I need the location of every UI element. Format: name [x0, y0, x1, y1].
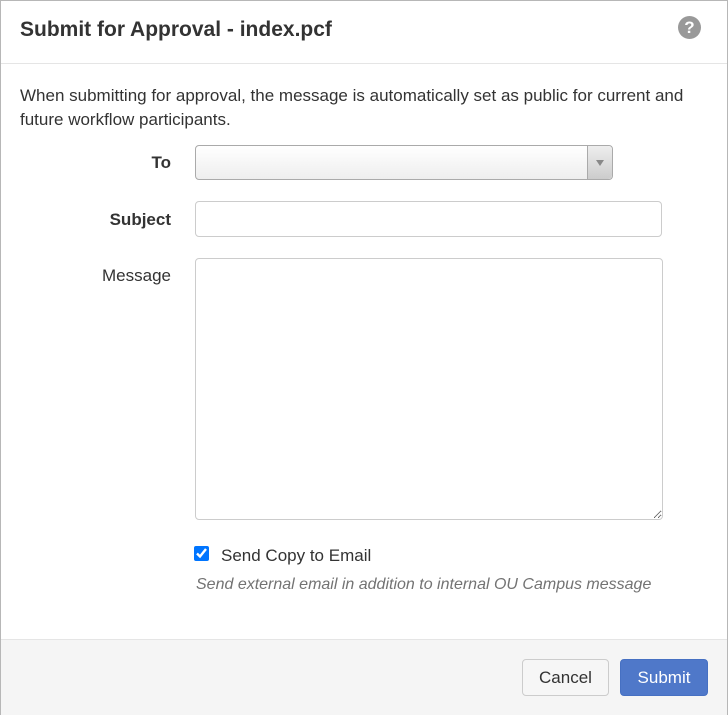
- send-copy-help-text: Send external email in addition to inter…: [196, 576, 652, 593]
- dialog-footer: Cancel Submit: [1, 639, 727, 715]
- subject-input[interactable]: [195, 201, 662, 237]
- send-copy-label[interactable]: Send Copy to Email: [221, 546, 371, 566]
- to-label: To: [151, 153, 171, 172]
- question-circle-icon[interactable]: ?: [678, 16, 701, 39]
- submit-button[interactable]: Submit: [620, 659, 708, 696]
- send-copy-checkbox[interactable]: [194, 546, 209, 561]
- message-label: Message: [102, 266, 171, 285]
- chevron-down-icon[interactable]: [587, 146, 612, 179]
- to-select[interactable]: [195, 145, 613, 180]
- intro-text: When submitting for approval, the messag…: [20, 86, 684, 129]
- subject-label: Subject: [109, 210, 171, 229]
- dialog-title: Submit for Approval - index.pcf: [20, 18, 332, 41]
- dialog-header: Submit for Approval - index.pcf ?: [1, 1, 727, 64]
- message-textarea[interactable]: [195, 258, 663, 520]
- cancel-button[interactable]: Cancel: [522, 659, 609, 696]
- submit-for-approval-dialog: Submit for Approval - index.pcf ? When s…: [0, 0, 728, 715]
